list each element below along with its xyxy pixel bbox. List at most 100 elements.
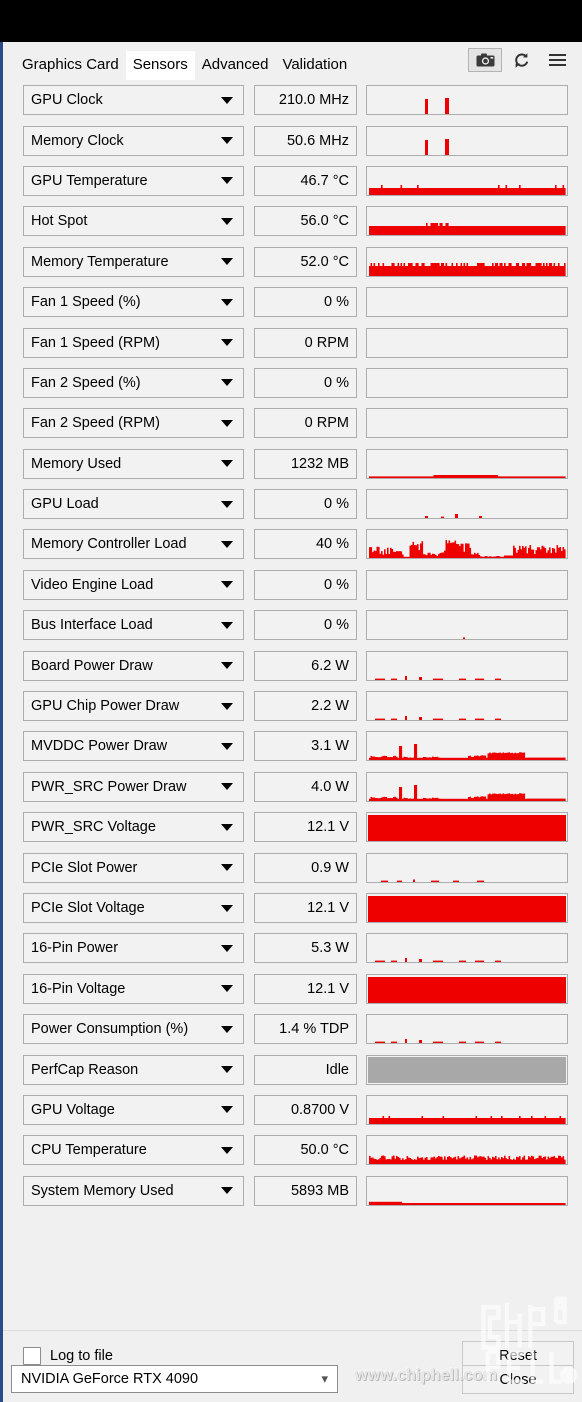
tab-validation[interactable]: Validation: [275, 51, 354, 80]
sensor-graph[interactable]: [366, 408, 568, 439]
sensor-name-dropdown[interactable]: PerfCap Reason: [23, 1054, 244, 1085]
tab-advanced[interactable]: Advanced: [195, 51, 276, 80]
refresh-icon[interactable]: [504, 48, 538, 72]
chevron-down-icon[interactable]: [221, 540, 233, 548]
sensor-name-dropdown[interactable]: Fan 2 Speed (%): [23, 367, 244, 398]
sensor-name-dropdown[interactable]: CPU Temperature: [23, 1135, 244, 1166]
chevron-down-icon[interactable]: [221, 1106, 233, 1114]
chevron-down-icon[interactable]: [221, 217, 233, 225]
chevron-down-icon[interactable]: [221, 742, 233, 750]
sensor-graph[interactable]: [366, 933, 568, 964]
camera-icon[interactable]: [468, 48, 502, 72]
sensor-graph[interactable]: [366, 125, 568, 156]
sensor-graph[interactable]: [366, 852, 568, 883]
sensor-name-dropdown[interactable]: 16-Pin Power: [23, 933, 244, 964]
sensor-name-label: Fan 2 Speed (RPM): [31, 415, 160, 432]
chevron-down-icon[interactable]: [221, 298, 233, 306]
sensor-name-dropdown[interactable]: PWR_SRC Voltage: [23, 812, 244, 843]
chevron-down-icon[interactable]: [221, 702, 233, 710]
sensor-value-text: 0.8700 V: [290, 1101, 349, 1118]
sensor-name-dropdown[interactable]: PWR_SRC Power Draw: [23, 771, 244, 802]
sensor-graph[interactable]: [366, 973, 568, 1004]
chevron-down-icon[interactable]: [221, 419, 233, 427]
sensor-name-dropdown[interactable]: Memory Clock: [23, 125, 244, 156]
sensor-value-text: 0 %: [324, 294, 349, 311]
chevron-down-icon[interactable]: [221, 904, 233, 912]
chevron-down-icon[interactable]: [221, 1187, 233, 1195]
sensor-name-dropdown[interactable]: Hot Spot: [23, 206, 244, 237]
sensor-name-dropdown[interactable]: GPU Clock: [23, 85, 244, 116]
sensor-row: PCIe Slot Voltage 12.1 V: [3, 888, 582, 928]
sensor-graph[interactable]: [366, 206, 568, 237]
sensor-name-dropdown[interactable]: GPU Temperature: [23, 165, 244, 196]
chevron-down-icon[interactable]: [221, 1146, 233, 1154]
sensor-name-label: GPU Clock: [31, 92, 103, 109]
sensor-name-dropdown[interactable]: 16-Pin Voltage: [23, 973, 244, 1004]
sensor-graph[interactable]: [366, 85, 568, 116]
gpu-select-dropdown[interactable]: NVIDIA GeForce RTX 4090 ▾: [11, 1365, 338, 1393]
sensor-name-dropdown[interactable]: MVDDC Power Draw: [23, 731, 244, 762]
sensor-name-dropdown[interactable]: GPU Chip Power Draw: [23, 691, 244, 722]
sensor-name-dropdown[interactable]: GPU Voltage: [23, 1094, 244, 1125]
sensor-name-dropdown[interactable]: Fan 2 Speed (RPM): [23, 408, 244, 439]
sensor-graph[interactable]: [366, 1014, 568, 1045]
sensor-name-dropdown[interactable]: PCIe Slot Power: [23, 852, 244, 883]
chevron-down-icon[interactable]: [221, 137, 233, 145]
sensor-name-dropdown[interactable]: System Memory Used: [23, 1175, 244, 1206]
sensor-graph[interactable]: [366, 893, 568, 923]
sensor-graph[interactable]: [366, 731, 568, 762]
sensor-graph[interactable]: [366, 327, 568, 358]
sensor-graph[interactable]: [366, 448, 568, 479]
sensor-graph[interactable]: [366, 246, 568, 277]
chevron-down-icon[interactable]: [221, 662, 233, 670]
sensor-graph[interactable]: [366, 1175, 568, 1206]
log-to-file-row[interactable]: Log to file: [23, 1347, 113, 1365]
sensor-name-dropdown[interactable]: Fan 1 Speed (%): [23, 287, 244, 318]
sensor-graph[interactable]: [366, 771, 568, 802]
menu-icon[interactable]: [540, 48, 574, 72]
sensor-graph[interactable]: [366, 650, 568, 681]
chevron-down-icon[interactable]: [221, 460, 233, 468]
chevron-down-icon[interactable]: [221, 379, 233, 387]
sensor-name-dropdown[interactable]: Memory Used: [23, 448, 244, 479]
chevron-down-icon[interactable]: [221, 864, 233, 872]
chevron-down-icon[interactable]: [221, 1025, 233, 1033]
chevron-down-icon[interactable]: [221, 1066, 233, 1074]
chevron-down-icon[interactable]: [221, 96, 233, 104]
sensor-name-label: Video Engine Load: [31, 576, 154, 593]
chevron-down-icon[interactable]: [221, 621, 233, 629]
sensor-graph[interactable]: [366, 610, 568, 641]
tab-graphics-card[interactable]: Graphics Card: [15, 51, 126, 80]
chevron-down-icon[interactable]: [221, 944, 233, 952]
sensor-graph[interactable]: [366, 1094, 568, 1125]
tab-sensors[interactable]: Sensors: [125, 51, 195, 80]
sensor-name-dropdown[interactable]: Bus Interface Load: [23, 610, 244, 641]
chevron-down-icon[interactable]: [221, 823, 233, 831]
sensor-graph[interactable]: [366, 287, 568, 318]
sensor-graph[interactable]: [366, 165, 568, 196]
sensor-name-dropdown[interactable]: Video Engine Load: [23, 569, 244, 600]
chevron-down-icon[interactable]: [221, 985, 233, 993]
sensor-name-dropdown[interactable]: Memory Temperature: [23, 246, 244, 277]
chevron-down-icon[interactable]: [221, 177, 233, 185]
sensor-graph[interactable]: [366, 489, 568, 520]
sensor-graph[interactable]: [366, 1135, 568, 1166]
sensor-graph[interactable]: [366, 812, 568, 843]
chevron-down-icon[interactable]: [221, 783, 233, 791]
sensor-graph[interactable]: [366, 569, 568, 600]
sensor-name-dropdown[interactable]: PCIe Slot Voltage: [23, 893, 244, 923]
chevron-down-icon[interactable]: [221, 258, 233, 266]
chevron-down-icon[interactable]: [221, 581, 233, 589]
chevron-down-icon[interactable]: [221, 500, 233, 508]
sensor-name-dropdown[interactable]: Memory Controller Load: [23, 529, 244, 560]
chevron-down-icon[interactable]: [221, 339, 233, 347]
sensor-graph[interactable]: [366, 691, 568, 722]
sensor-graph[interactable]: [366, 367, 568, 398]
sensor-graph[interactable]: [366, 1054, 568, 1085]
sensor-name-dropdown[interactable]: GPU Load: [23, 489, 244, 520]
sensor-name-dropdown[interactable]: Power Consumption (%): [23, 1014, 244, 1045]
sensor-graph[interactable]: [366, 529, 568, 560]
sensor-name-dropdown[interactable]: Fan 1 Speed (RPM): [23, 327, 244, 358]
log-to-file-checkbox[interactable]: [23, 1347, 41, 1365]
sensor-name-dropdown[interactable]: Board Power Draw: [23, 650, 244, 681]
